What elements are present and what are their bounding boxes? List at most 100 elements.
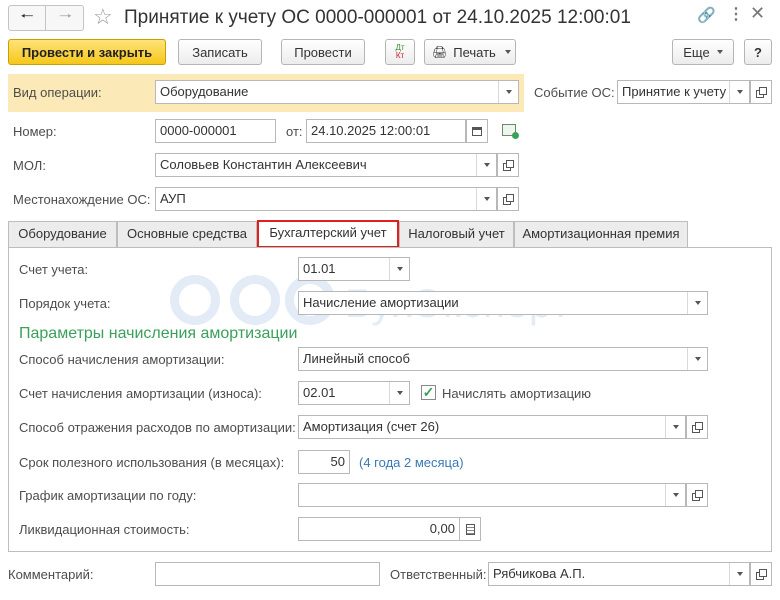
section-title: Параметры начисления амортизации [19, 325, 298, 342]
depr-account-value: 02.01 [303, 385, 336, 400]
account-select[interactable]: 01.01 [298, 257, 410, 281]
expense-method-open-button[interactable] [686, 415, 708, 439]
chevron-down-icon[interactable] [498, 81, 518, 103]
liquidation-field[interactable]: 0,00 [298, 517, 460, 541]
link-icon[interactable]: 🔗 [697, 6, 716, 24]
liquidation-value: 0,00 [429, 521, 455, 536]
nav-buttons: 🠐 🠒 [8, 5, 84, 31]
expense-method-select[interactable]: Амортизация (счет 26) [298, 415, 686, 439]
dt-kt-button[interactable]: Дт Кт [385, 39, 415, 65]
account-value: 01.01 [303, 261, 336, 276]
operation-type-select[interactable]: Оборудование [155, 80, 519, 104]
chevron-down-icon[interactable] [476, 188, 496, 210]
order-label: Порядок учета: [19, 296, 111, 311]
expense-method-value: Амортизация (счет 26) [303, 419, 440, 434]
responsible-select[interactable]: Рябчикова А.П. [488, 562, 750, 586]
comment-label: Комментарий: [8, 567, 94, 582]
location-value: АУП [160, 191, 186, 206]
open-icon [503, 160, 514, 171]
open-icon [692, 490, 703, 501]
method-select[interactable]: Линейный способ [298, 347, 708, 371]
location-open-button[interactable] [497, 187, 519, 211]
tab-accounting[interactable]: Бухгалтерский учет [257, 220, 399, 248]
tab-depreciation-bonus[interactable]: Амортизационная премия [514, 221, 688, 247]
mol-open-button[interactable] [497, 153, 519, 177]
kebab-menu-icon[interactable]: ⋮ [728, 4, 744, 24]
method-label: Способ начисления амортизации: [19, 352, 225, 367]
chevron-down-icon[interactable] [389, 382, 409, 404]
date-label: от: [286, 124, 303, 139]
forward-button[interactable]: 🠒 [47, 6, 84, 30]
more-button[interactable]: Еще [672, 39, 734, 65]
post-and-close-button[interactable]: Провести и закрыть [8, 39, 166, 65]
chevron-down-icon[interactable] [389, 258, 409, 280]
responsible-label: Ответственный: [390, 567, 487, 582]
kt-label: Кт [395, 51, 405, 60]
event-select[interactable]: Принятие к учету [617, 80, 750, 104]
schedule-label: График амортизации по году: [19, 488, 197, 503]
schedule-open-button[interactable] [686, 483, 708, 507]
more-label: Еще [683, 44, 710, 60]
calculator-button[interactable] [459, 517, 481, 541]
event-label: Событие ОС: [534, 85, 615, 100]
chevron-down-icon[interactable] [687, 292, 707, 314]
back-button[interactable]: 🠐 [9, 6, 46, 30]
chevron-down-icon[interactable] [476, 154, 496, 176]
responsible-value: Рябчикова А.П. [493, 566, 586, 581]
responsible-open-button[interactable] [750, 562, 772, 586]
open-icon [756, 87, 767, 98]
account-label: Счет учета: [19, 262, 89, 277]
useful-life-hint: (4 года 2 месяца) [359, 455, 464, 470]
chevron-down-icon[interactable] [665, 484, 685, 506]
liquidation-label: Ликвидационная стоимость: [19, 522, 190, 537]
document-history-icon[interactable] [502, 124, 519, 139]
window-title: Принятие к учету ОС 0000-000001 от 24.10… [124, 7, 631, 28]
open-icon [756, 569, 767, 580]
method-value: Линейный способ [303, 351, 410, 366]
chevron-down-icon[interactable] [729, 563, 749, 585]
calculator-icon [465, 523, 475, 535]
print-button[interactable]: 🖨 Печать [424, 39, 516, 65]
comment-field[interactable] [155, 562, 380, 586]
open-icon [692, 422, 703, 433]
useful-life-label: Срок полезного использования (в месяцах)… [19, 455, 285, 470]
schedule-select[interactable] [298, 483, 686, 507]
chevron-down-icon[interactable] [729, 81, 749, 103]
accrue-checkbox-label[interactable]: Начислять амортизацию [442, 386, 591, 402]
chevron-down-icon [716, 50, 723, 54]
close-icon[interactable]: ✕ [750, 3, 765, 24]
tab-equipment[interactable]: Оборудование [8, 221, 117, 247]
favorite-star-icon[interactable]: ☆ [93, 4, 113, 30]
expense-method-label: Способ отражения расходов по амортизации… [19, 420, 296, 435]
location-label: Местонахождение ОС: [13, 192, 151, 207]
location-select[interactable]: АУП [155, 187, 497, 211]
calendar-button[interactable] [466, 119, 488, 143]
mol-select[interactable]: Соловьев Константин Алексеевич [155, 153, 497, 177]
tab-fixed-assets[interactable]: Основные средства [117, 221, 257, 247]
open-icon [503, 194, 514, 205]
depr-account-label: Счет начисления амортизации (износа): [19, 386, 262, 401]
depr-account-select[interactable]: 02.01 [298, 381, 410, 405]
useful-life-field[interactable]: 50 [298, 450, 350, 474]
post-button[interactable]: Провести [281, 39, 365, 65]
date-value: 24.10.2025 12:00:01 [311, 123, 431, 138]
tab-tax-accounting[interactable]: Налоговый учет [399, 221, 514, 247]
chevron-down-icon[interactable] [665, 416, 685, 438]
chevron-down-icon[interactable] [687, 348, 707, 370]
print-label: Печать [453, 44, 496, 60]
printer-icon: 🖨 [432, 45, 448, 59]
save-button[interactable]: Записать [178, 39, 262, 65]
order-select[interactable]: Начисление амортизации [298, 291, 708, 315]
mol-label: МОЛ: [13, 158, 46, 173]
calendar-icon [472, 126, 482, 136]
checkmark-icon: ✓ [422, 384, 435, 400]
help-button[interactable]: ? [744, 39, 772, 65]
event-open-button[interactable] [750, 80, 772, 104]
accrue-checkbox[interactable]: ✓ [421, 385, 436, 400]
mol-value: Соловьев Константин Алексеевич [160, 157, 367, 172]
event-value: Принятие к учету [622, 84, 727, 99]
arrow-right-icon: 🠒 [58, 7, 73, 25]
date-field[interactable]: 24.10.2025 12:00:01 [306, 119, 466, 143]
operation-type-label: Вид операции: [13, 85, 102, 100]
number-field[interactable]: 0000-000001 [155, 119, 276, 143]
